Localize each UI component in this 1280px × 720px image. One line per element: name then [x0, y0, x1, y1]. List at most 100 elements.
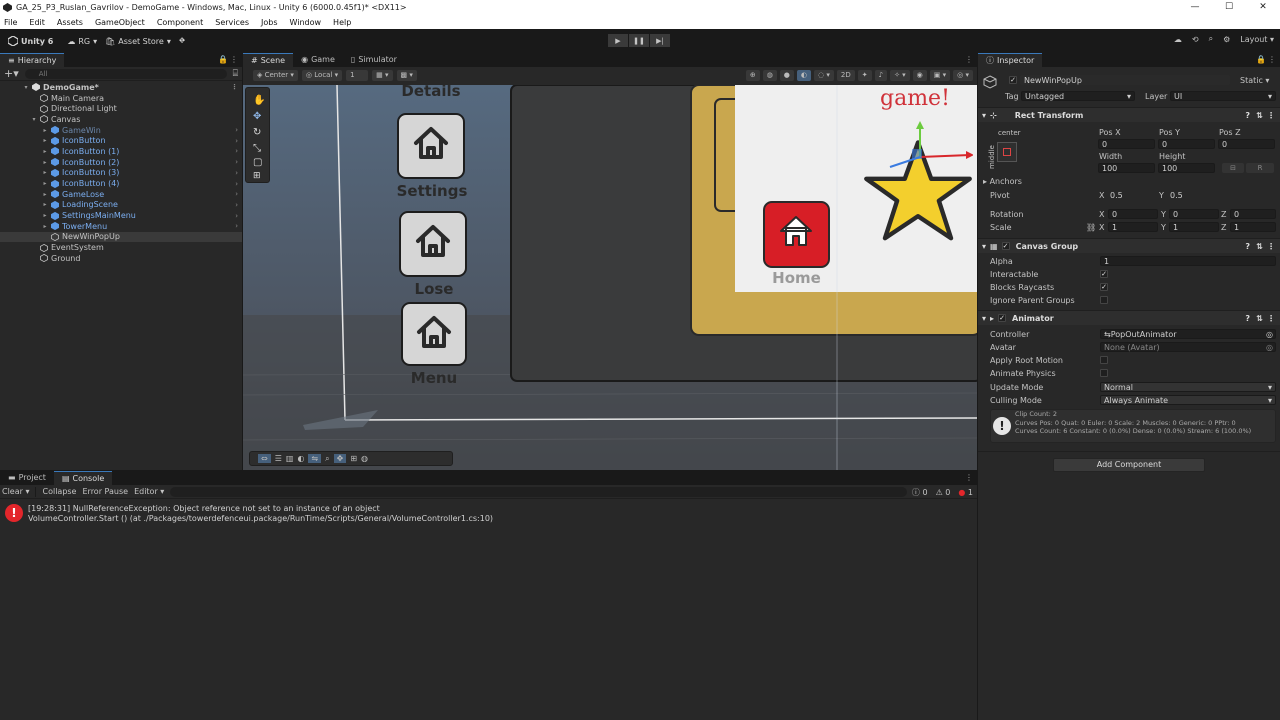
hierarchy-lock-icon[interactable]: 🔒 — [218, 55, 228, 64]
update-mode-dropdown[interactable]: Normal ▾ — [1100, 382, 1276, 392]
avatar-field[interactable]: None (Avatar) ◎ — [1100, 342, 1276, 352]
posx-field[interactable]: 0 — [1098, 139, 1155, 149]
rotation-y-field[interactable]: 0 — [1169, 209, 1219, 219]
root-motion-checkbox[interactable] — [1100, 356, 1108, 364]
hierarchy-item[interactable]: Directional Light — [0, 103, 242, 114]
tab-scene[interactable]: # Scene — [243, 53, 294, 67]
component-more-icon[interactable]: ⋮ — [1267, 242, 1275, 251]
open-prefab-chevron-icon[interactable]: › — [235, 201, 238, 209]
expand-arrow-icon[interactable]: ▸ — [41, 212, 49, 219]
hierarchy-item[interactable]: ▸ IconButton (4) › — [0, 178, 242, 189]
hierarchy-item[interactable]: ▸ IconButton › — [0, 135, 242, 146]
posy-field[interactable]: 0 — [1158, 139, 1215, 149]
help-icon[interactable]: ? — [1245, 314, 1250, 323]
expand-arrow-icon[interactable]: ▸ — [41, 223, 49, 230]
hierarchy-item[interactable]: ▸ TowerMenu › — [0, 221, 242, 232]
cloud-services-icon[interactable]: ☁ — [1174, 35, 1182, 44]
object-picker-icon[interactable]: ◎ — [1266, 330, 1273, 339]
open-prefab-chevron-icon[interactable]: › — [235, 137, 238, 145]
unity-menu-button[interactable]: Unity 6 — [8, 36, 53, 46]
lighting-toggle-button[interactable]: ✦ — [857, 69, 872, 81]
scene-more-icon[interactable]: ⋮ — [965, 55, 973, 64]
alpha-field[interactable]: 1 — [1100, 256, 1276, 266]
animator-enabled-checkbox[interactable]: ✓ — [998, 314, 1007, 322]
filter-icon[interactable]: ⌸ — [233, 69, 238, 79]
camera-dropdown[interactable]: ▣ ▾ — [929, 69, 951, 81]
preset-icon[interactable]: ⇅ — [1256, 111, 1263, 120]
menu-edit[interactable]: Edit — [29, 18, 45, 27]
error-pause-button[interactable]: Error Pause — [82, 487, 128, 496]
overlay-align-icon[interactable]: ☰ — [275, 454, 282, 463]
tab-project[interactable]: ▬ Project — [0, 471, 54, 485]
rect-tool-icon[interactable]: ▢ — [253, 157, 262, 168]
expand-arrow-icon[interactable]: ▸ — [41, 127, 49, 134]
2d-toggle-button[interactable]: 2D — [836, 69, 855, 81]
clear-button[interactable]: Clear ▾ — [2, 487, 29, 496]
console-search-input[interactable] — [170, 486, 907, 497]
rotate-tool-icon[interactable]: ↻ — [253, 127, 261, 138]
rect-transform-header[interactable]: ▾ ⊹ Rect Transform ? ⇅ ⋮ — [978, 107, 1280, 122]
hierarchy-item[interactable]: ▸ IconButton (2) › — [0, 157, 242, 168]
animator-header[interactable]: ▾ ▸ ✓ Animator ? ⇅ ⋮ — [978, 310, 1280, 325]
play-button[interactable]: ▶ — [608, 34, 628, 47]
menu-help[interactable]: Help — [333, 18, 351, 27]
expand-arrow-icon[interactable]: ▸ — [41, 159, 49, 166]
transform-tool-icon[interactable]: ⊞ — [253, 171, 261, 181]
space-dropdown[interactable]: ◎ Local ▾ — [301, 69, 343, 81]
tab-inspector[interactable]: ⓘ Inspector — [978, 53, 1043, 67]
expand-arrow-icon[interactable]: ▸ — [41, 201, 49, 208]
hierarchy-search-input[interactable]: All — [24, 68, 227, 79]
scene-menu-icon[interactable]: ⋮ — [231, 83, 238, 91]
pivot-y-field[interactable]: 0.5 — [1166, 190, 1221, 200]
inspector-lock-icon[interactable]: 🔒 — [1256, 55, 1266, 64]
hierarchy-item[interactable]: EventSystem — [0, 242, 242, 253]
blocks-raycasts-checkbox[interactable]: ✓ — [1100, 283, 1108, 291]
expand-arrow-icon[interactable]: ▸ — [41, 148, 49, 155]
controller-field[interactable]: ⇆PopOutAnimator ◎ — [1100, 329, 1276, 339]
menu-services[interactable]: Services — [215, 18, 249, 27]
hierarchy-item[interactable]: ▾ Canvas — [0, 114, 242, 125]
add-object-button[interactable]: +▾ — [4, 67, 19, 80]
expand-arrow-icon[interactable]: ▸ — [41, 191, 49, 198]
canvas-group-header[interactable]: ▾ ▦ ✓ Canvas Group ? ⇅ ⋮ — [978, 238, 1280, 253]
orientation-button[interactable]: ⊕ — [745, 69, 760, 81]
open-prefab-chevron-icon[interactable]: › — [235, 190, 238, 198]
height-field[interactable]: 100 — [1158, 163, 1215, 173]
version-control-button[interactable]: ⛖ — [179, 36, 185, 46]
overlay-snap-icon[interactable]: ⇋ — [308, 454, 322, 463]
log-count-toggle[interactable]: ⓘ 0 — [912, 487, 928, 498]
menu-component[interactable]: Component — [157, 18, 203, 27]
inspector-more-icon[interactable]: ⋮ — [1268, 55, 1276, 64]
scale-y-field[interactable]: 1 — [1169, 222, 1219, 232]
pivot-dropdown[interactable]: ◈ Center ▾ — [253, 69, 298, 81]
move-tool-icon[interactable]: ✥ — [253, 111, 261, 122]
canvas-group-enabled-checkbox[interactable]: ✓ — [1001, 242, 1010, 250]
scale-z-field[interactable]: 1 — [1230, 222, 1276, 232]
shading-textured-button[interactable]: ◐ — [796, 69, 812, 81]
layout-dropdown[interactable]: Layout ▾ — [1240, 35, 1274, 44]
preset-icon[interactable]: ⇅ — [1256, 242, 1263, 251]
settings-icon[interactable]: ⚙ — [1223, 35, 1230, 44]
help-icon[interactable]: ? — [1245, 242, 1250, 251]
warning-count-toggle[interactable]: ⚠ 0 — [936, 488, 951, 497]
close-button[interactable]: ✕ — [1246, 0, 1280, 15]
menu-file[interactable]: File — [4, 18, 17, 27]
open-prefab-chevron-icon[interactable]: › — [235, 126, 238, 134]
hierarchy-more-icon[interactable]: ⋮ — [230, 55, 238, 64]
asset-store-button[interactable]: 🛍 Asset Store ▾ — [105, 37, 171, 46]
grid-snap-field[interactable]: 1 — [346, 69, 369, 81]
shading-wire-button[interactable]: ◍ — [762, 69, 777, 81]
visibility-toggle-button[interactable]: ◉ — [912, 69, 927, 81]
search-icon[interactable]: ⌕ — [1209, 34, 1213, 44]
open-prefab-chevron-icon[interactable]: › — [235, 158, 238, 166]
console-more-icon[interactable]: ⋮ — [965, 473, 973, 482]
editor-dropdown[interactable]: Editor ▾ — [134, 487, 164, 496]
hierarchy-item[interactable]: ▸ LoadingScene › — [0, 200, 242, 211]
menu-window[interactable]: Window — [290, 18, 322, 27]
open-prefab-chevron-icon[interactable]: › — [235, 169, 238, 177]
hierarchy-item[interactable]: ▸ GameLose › — [0, 189, 242, 200]
effects-dropdown[interactable]: ✧ ▾ — [890, 69, 910, 81]
hierarchy-item[interactable]: ▸ SettingsMainMenu › — [0, 210, 242, 221]
tab-hierarchy[interactable]: ≡ Hierarchy — [0, 53, 65, 67]
tab-game[interactable]: ◉ Game — [293, 53, 343, 67]
